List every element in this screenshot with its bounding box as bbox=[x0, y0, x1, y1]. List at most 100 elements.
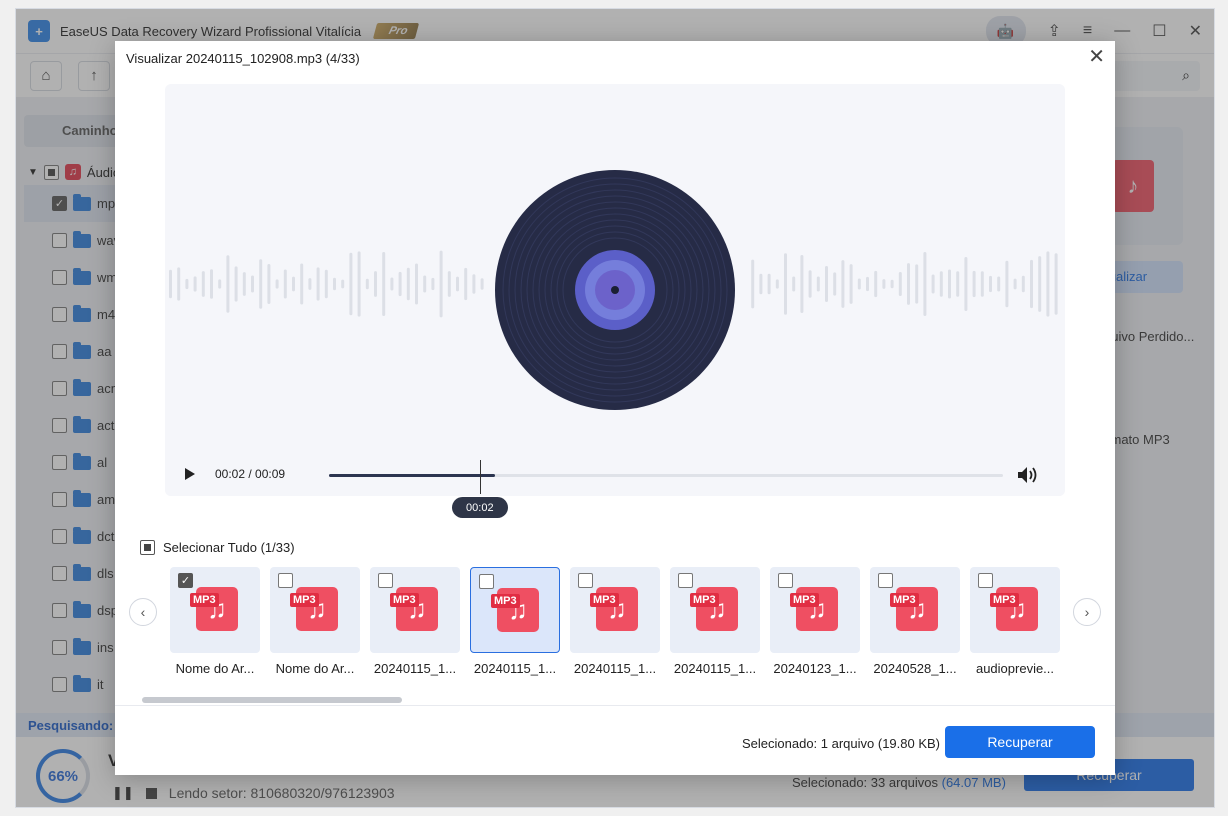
waveform-bar bbox=[480, 278, 484, 290]
file-thumbnail[interactable]: ♫ MP3 20240123_1... bbox=[770, 567, 860, 676]
thumbnail-box[interactable]: ✓ ♫ MP3 bbox=[170, 567, 260, 653]
thumbnail-label: 20240528_1... bbox=[873, 661, 957, 676]
thumbnail-box[interactable]: ♫ MP3 bbox=[970, 567, 1060, 653]
waveform-bar bbox=[210, 269, 213, 299]
play-icon[interactable] bbox=[183, 467, 197, 481]
horizontal-scrollbar[interactable] bbox=[142, 697, 402, 703]
thumbnail-label: 20240115_1... bbox=[373, 661, 457, 676]
thumbnail-label: 20240115_1... bbox=[673, 661, 757, 676]
mp3-tag: MP3 bbox=[890, 593, 919, 607]
waveform-bar bbox=[218, 279, 222, 289]
file-thumbnail[interactable]: ♫ MP3 20240115_1... bbox=[370, 567, 460, 676]
waveform-bar bbox=[751, 259, 755, 309]
waveform-bar bbox=[234, 266, 238, 302]
dialog-title: Visualizar 20240115_102908.mp3 (4/33) bbox=[126, 51, 360, 66]
thumbnail-box[interactable]: ♫ MP3 bbox=[370, 567, 460, 653]
waveform-bar bbox=[415, 263, 418, 305]
thumbnail-box[interactable]: ♫ MP3 bbox=[670, 567, 760, 653]
waveform-bar bbox=[267, 264, 271, 304]
thumbnail-box[interactable]: ♫ MP3 bbox=[770, 567, 860, 653]
waveform-bar bbox=[759, 273, 763, 295]
mp3-tag: MP3 bbox=[491, 594, 520, 608]
waveform-bar bbox=[849, 264, 853, 304]
file-thumbnail[interactable]: ♫ MP3 Nome do Ar... bbox=[270, 567, 360, 676]
chevron-left-icon[interactable]: ‹ bbox=[129, 598, 157, 626]
mp3-tag: MP3 bbox=[190, 593, 219, 607]
thumbnail-checkbox[interactable] bbox=[578, 573, 593, 588]
waveform-bar bbox=[300, 263, 304, 305]
thumbnail-label: 20240115_1... bbox=[573, 661, 657, 676]
thumbnail-checkbox[interactable] bbox=[778, 573, 793, 588]
waveform-bar bbox=[464, 267, 468, 301]
thumbnail-checkbox[interactable] bbox=[678, 573, 693, 588]
divider bbox=[115, 705, 1115, 706]
waveform-bar bbox=[997, 276, 1001, 292]
waveform-bar bbox=[972, 270, 976, 298]
waveform-bar bbox=[1030, 259, 1033, 309]
thumbnail-box[interactable]: ♫ MP3 bbox=[270, 567, 360, 653]
selected-info: Selecionado: 1 arquivo (19.80 KB) bbox=[742, 736, 941, 751]
time-tooltip: 00:02 bbox=[451, 497, 508, 518]
thumbnail-box[interactable]: ♫ MP3 bbox=[570, 567, 660, 653]
thumbnail-checkbox[interactable] bbox=[278, 573, 293, 588]
waveform-bar bbox=[357, 251, 361, 317]
waveform-bar bbox=[447, 271, 451, 297]
player-controls: 00:02 / 00:09 bbox=[165, 455, 1065, 496]
waveform-bar bbox=[406, 267, 410, 301]
thumbnail-box[interactable]: ♫ MP3 bbox=[870, 567, 960, 653]
thumbnail-box[interactable]: ♫ MP3 bbox=[470, 567, 560, 653]
waveform-bar bbox=[775, 279, 779, 289]
mp3-tag: MP3 bbox=[290, 593, 319, 607]
select-all-checkbox[interactable] bbox=[140, 540, 155, 555]
waveform-bar bbox=[882, 279, 886, 289]
thumbnail-checkbox[interactable] bbox=[479, 574, 494, 589]
select-all[interactable]: Selecionar Tudo (1/33) bbox=[140, 540, 295, 555]
waveform-bar bbox=[382, 251, 386, 317]
file-thumbnail[interactable]: ♫ MP3 20240115_1... bbox=[670, 567, 760, 676]
preview-dialog: Visualizar 20240115_102908.mp3 (4/33) ✕ … bbox=[115, 41, 1115, 775]
waveform-bar bbox=[866, 276, 869, 292]
thumbnail-checkbox[interactable] bbox=[978, 573, 993, 588]
progress-slider[interactable] bbox=[329, 474, 1003, 477]
thumbnail-checkbox[interactable]: ✓ bbox=[178, 573, 193, 588]
waveform-bar bbox=[1054, 253, 1058, 315]
waveform-bar bbox=[898, 272, 902, 296]
select-all-label: Selecionar Tudo (1/33) bbox=[163, 540, 295, 555]
file-thumbnail[interactable]: ♫ MP3 20240528_1... bbox=[870, 567, 960, 676]
waveform-bar bbox=[874, 270, 878, 298]
waveform-bar bbox=[808, 270, 812, 298]
waveform-bar bbox=[816, 276, 820, 292]
waveform-bar bbox=[349, 252, 353, 316]
waveform-bar bbox=[169, 269, 172, 299]
waveform-bar bbox=[980, 271, 984, 297]
waveform-bar bbox=[841, 260, 845, 308]
audio-player: 00:02 / 00:09 bbox=[165, 84, 1065, 496]
waveform-bar bbox=[890, 279, 894, 289]
waveform-bar bbox=[374, 271, 377, 297]
close-icon[interactable]: ✕ bbox=[1088, 47, 1105, 67]
chevron-right-icon[interactable]: › bbox=[1073, 598, 1101, 626]
waveform-bar bbox=[825, 265, 828, 303]
thumbnail-checkbox[interactable] bbox=[378, 573, 393, 588]
thumbnail-checkbox[interactable] bbox=[878, 573, 893, 588]
mp3-tag: MP3 bbox=[990, 593, 1019, 607]
waveform-bar bbox=[800, 255, 804, 313]
file-thumbnail[interactable]: ♫ MP3 20240115_1... bbox=[570, 567, 660, 676]
file-thumbnail[interactable]: ♫ MP3 audioprevie... bbox=[970, 567, 1060, 676]
waveform-bar bbox=[226, 255, 230, 313]
waveform-bar bbox=[177, 267, 181, 301]
waveform-bar bbox=[292, 276, 295, 292]
file-thumbnail[interactable]: ✓ ♫ MP3 Nome do Ar... bbox=[170, 567, 260, 676]
volume-icon[interactable] bbox=[1017, 465, 1039, 485]
thumbnail-label: 20240115_1... bbox=[473, 661, 557, 676]
file-thumbnail[interactable]: ♫ MP3 20240115_1... bbox=[470, 567, 560, 676]
waveform-bar bbox=[423, 275, 427, 293]
waveform-bar bbox=[833, 272, 837, 296]
waveform-bar bbox=[456, 276, 459, 292]
mp3-tag: MP3 bbox=[390, 593, 419, 607]
waveform-bar bbox=[857, 278, 861, 290]
waveform-bar bbox=[201, 271, 205, 297]
mp3-tag: MP3 bbox=[790, 593, 819, 607]
waveform-bar bbox=[767, 273, 771, 295]
recover-button[interactable]: Recuperar bbox=[945, 726, 1095, 758]
